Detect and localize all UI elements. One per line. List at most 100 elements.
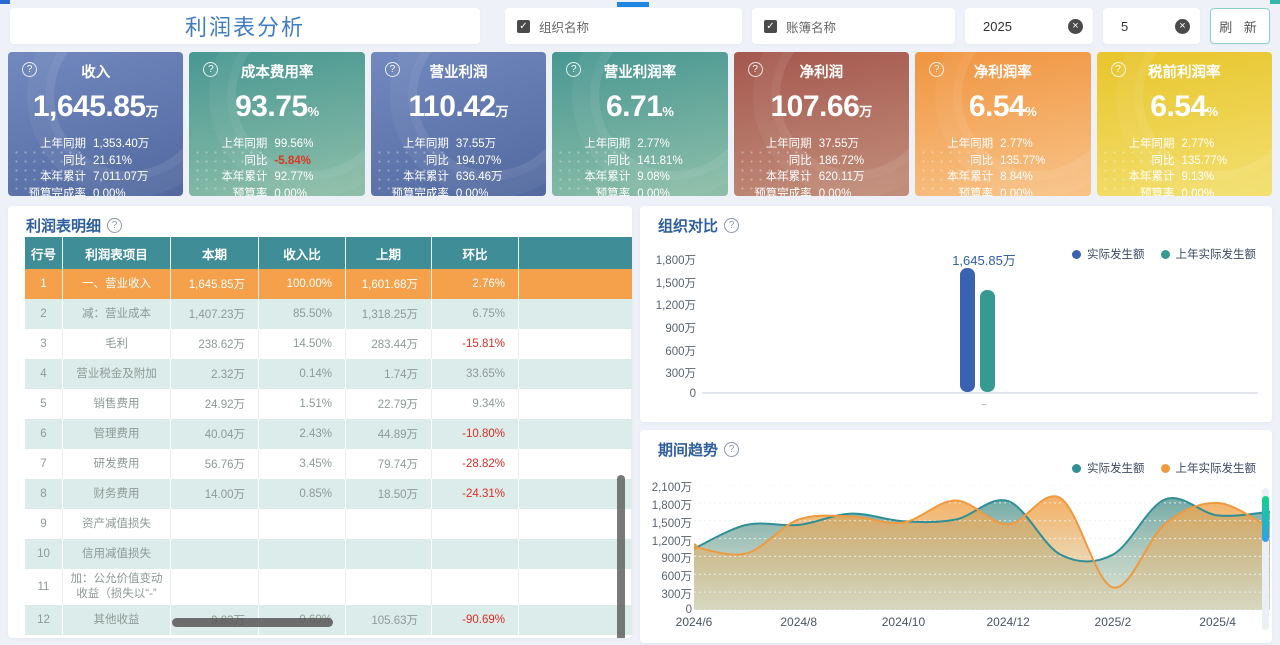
mom-change-cell: -10.80% [432,419,519,449]
table-row[interactable]: 1 一、营业收入 1,645.85万 100.00% 1,601.68万 2.76% [25,269,632,299]
kpi-metric-row: 上年同期 37.55万 [371,136,546,153]
help-icon[interactable]: ? [747,62,763,77]
row-number-cell: 12 [25,605,63,635]
table-vertical-scrollbar[interactable] [617,475,625,638]
table-row[interactable]: 9 资产减值损失 [25,509,632,539]
income-statement-panel: 利润表明细 ? 行号 利润表项目 本期 收入比 上期 环比 1 一、营业收入 1,645.85万… [8,206,632,638]
table-row[interactable]: 6 管理费用 40.04万 2.43% 44.89万 -10.80% [25,419,632,449]
chart-scrollbar-track[interactable] [1262,488,1269,630]
help-icon[interactable]: ? [203,62,219,77]
item-name-cell: 毛利 [63,329,171,359]
kpi-card-header: ? 营业利润 [371,61,546,81]
x-axis-tick-label: 2024/10 [881,615,926,629]
table-row[interactable]: 8 财务费用 14.00万 0.85% 18.50万 -24.31% [25,479,632,509]
month-input[interactable]: 5 × [1103,8,1200,44]
kpi-card-title: 成本费用率 [240,65,314,81]
table-horizontal-scrollbar[interactable] [172,618,333,627]
kpi-metric-value: 2.77% [637,138,670,150]
y-axis-tick-label: 600万 [665,345,696,358]
help-icon[interactable]: ? [929,62,945,77]
kpi-metric-row: 上年同期 2.77% [552,136,727,153]
current-period-cell: 14.00万 [171,479,259,509]
kpi-metric-value: 0.00% [1000,187,1033,197]
refresh-button[interactable]: 刷 新 [1210,8,1270,44]
current-period-cell [171,509,259,539]
clear-year-icon[interactable]: × [1068,18,1083,34]
kpi-metric-value: 92.77% [274,171,314,183]
y-axis-tick-label: 0 [689,388,696,400]
revenue-ratio-cell: 3.45% [259,449,346,479]
item-name-cell: 管理费用 [63,419,171,449]
kpi-card: ? 成本费用率 93.75% 上年同期 99.56% 同比 -5.84% 本年累计 92.77%… [189,52,365,196]
table-row[interactable]: 2 减：营业成本 1,407.23万 85.50% 1,318.25万 6.75% [25,299,632,329]
kpi-card-header: ? 税前利润率 [1097,61,1272,81]
kpi-metric-row: 同比 21.61% [8,153,183,170]
current-period-cell: 40.04万 [171,419,259,449]
help-icon[interactable]: ? [566,62,582,77]
chart-scrollbar-thumb[interactable] [1262,496,1269,542]
legend-item[interactable]: 实际发生额 [1072,460,1145,476]
title-bar: 利润表分析 [10,8,480,44]
table-row[interactable]: 4 营业税金及附加 2.32万 0.14% 1.74万 33.65% [25,359,632,389]
kpi-metric-value: 2.77% [1181,138,1215,150]
help-icon[interactable]: ? [724,218,740,233]
extra-cell [519,269,632,299]
item-name-cell: 销售费用 [63,389,171,419]
prior-period-cell [346,509,432,539]
checkbox-checked-icon[interactable]: ✓ [517,19,530,33]
kpi-metric-row: 预算率 0.00% [915,186,1090,197]
revenue-ratio-cell: 1.51% [259,389,346,419]
revenue-ratio-cell: 100.00% [259,269,346,299]
table-row[interactable]: 5 销售费用 24.92万 1.51% 22.79万 9.34% [25,389,632,419]
help-icon[interactable]: ? [384,62,400,77]
table-row[interactable]: 10 信用减值损失 [25,539,632,569]
filter-book-name[interactable]: ✓ 账簿名称 [752,8,955,44]
kpi-card-title: 净利润 [799,65,844,81]
kpi-metric-value: 0.00% [455,187,489,197]
kpi-value-number: 6.54 [968,90,1026,123]
year-input[interactable]: 2025 × [965,8,1093,44]
help-icon[interactable]: ? [724,442,740,457]
clear-month-icon[interactable]: × [1175,18,1190,34]
help-icon[interactable]: ? [22,62,37,77]
mom-change-cell: -15.81% [432,329,519,359]
extra-cell [519,605,632,635]
kpi-metric-row: 上年同期 37.55万 [734,136,909,153]
prior-period-cell: 1,318.25万 [346,299,432,329]
kpi-metric-row: 本年累计 9.13% [1097,169,1272,186]
filter-org-name[interactable]: ✓ 组织名称 [505,8,742,44]
help-icon[interactable]: ? [107,218,123,233]
kpi-value-number: 1,645.85 [32,90,146,123]
kpi-card-header: ? 收入 [8,61,183,81]
top-center-strip [617,2,649,7]
legend-dot-icon [1160,463,1170,473]
kpi-metric-label: 本年累计 [947,171,994,183]
kpi-value-unit: % [662,104,674,119]
checkbox-checked-icon[interactable]: ✓ [764,19,777,33]
month-value: 5 [1121,18,1129,34]
kpi-card-metrics: 上年同期 37.55万 同比 194.07% 本年累计 636.46万 预算完成率 0.00% [371,136,546,196]
table-row[interactable]: 11 加：公允价值变动收益（损失以“-” [25,569,632,605]
kpi-metric-value: 9.13% [1181,171,1215,183]
item-name-cell: 研发费用 [63,449,171,479]
kpi-card: ? 收入 1,645.85万 上年同期 1,353.40万 同比 21.61% 本年累计 7,0… [8,52,184,196]
kpi-metric-row: 同比 135.77% [1097,153,1272,170]
kpi-card-value: 93.75% [189,90,364,126]
kpi-metric-label: 同比 [425,154,449,167]
help-icon[interactable]: ? [1110,62,1126,77]
kpi-metric-value: 135.77% [1181,154,1227,167]
kpi-card-header: ? 成本费用率 [189,61,364,81]
prior-period-cell: 283.44万 [346,329,432,359]
table-row[interactable]: 7 研发费用 56.76万 3.45% 79.74万 -28.82% [25,449,632,479]
kpi-metric-label: 同比 [1151,154,1175,167]
prior-period-cell: 1.74万 [346,359,432,389]
y-axis-tick-label: 300万 [665,368,696,381]
bar-current-period[interactable] [960,268,975,392]
legend-item[interactable]: 上年实际发生额 [1160,460,1256,476]
kpi-metric-row: 同比 135.77% [915,153,1090,170]
kpi-metric-label: 本年累计 [221,171,268,183]
kpi-metric-row: 同比 141.81% [552,153,727,170]
bar-prior-period[interactable] [980,290,995,392]
kpi-metric-row: 本年累计 9.08% [552,169,727,186]
table-row[interactable]: 3 毛利 238.62万 14.50% 283.44万 -15.81% [25,329,632,359]
